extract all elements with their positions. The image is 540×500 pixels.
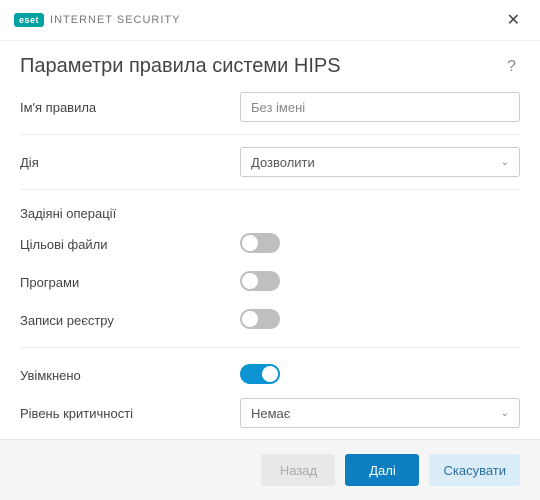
severity-value: Немає — [251, 406, 290, 421]
next-button[interactable]: Далі — [345, 454, 419, 486]
cancel-button[interactable]: Скасувати — [429, 454, 520, 486]
severity-label: Рівень критичності — [20, 406, 240, 421]
target-files-toggle[interactable] — [240, 233, 280, 253]
back-button[interactable]: Назад — [261, 454, 335, 486]
page-title: Параметри правила системи HIPS — [20, 55, 341, 78]
severity-select[interactable]: Немає ⌄ — [240, 398, 520, 428]
close-icon[interactable]: ✕ — [501, 8, 526, 32]
action-label: Дія — [20, 155, 240, 170]
brand-badge: eset — [14, 13, 44, 27]
brand-logo: eset INTERNET SECURITY — [14, 13, 181, 27]
divider — [20, 189, 520, 190]
rule-name-input[interactable] — [240, 92, 520, 122]
chevron-down-icon: ⌄ — [501, 408, 509, 419]
registry-label: Записи реєстру — [20, 313, 240, 328]
enabled-toggle[interactable] — [240, 364, 280, 384]
rule-name-label: Ім'я правила — [20, 100, 240, 115]
target-files-label: Цільові файли — [20, 237, 240, 252]
divider — [20, 347, 520, 348]
chevron-down-icon: ⌄ — [501, 157, 509, 168]
enabled-label: Увімкнено — [20, 368, 240, 383]
brand-product: INTERNET SECURITY — [50, 14, 180, 26]
registry-toggle[interactable] — [240, 309, 280, 329]
help-icon[interactable]: ? — [503, 58, 520, 76]
action-select[interactable]: Дозволити ⌄ — [240, 147, 520, 177]
operations-header: Задіяні операції — [20, 198, 520, 225]
apps-label: Програми — [20, 275, 240, 290]
action-value: Дозволити — [251, 155, 315, 170]
apps-toggle[interactable] — [240, 271, 280, 291]
divider — [20, 134, 520, 135]
